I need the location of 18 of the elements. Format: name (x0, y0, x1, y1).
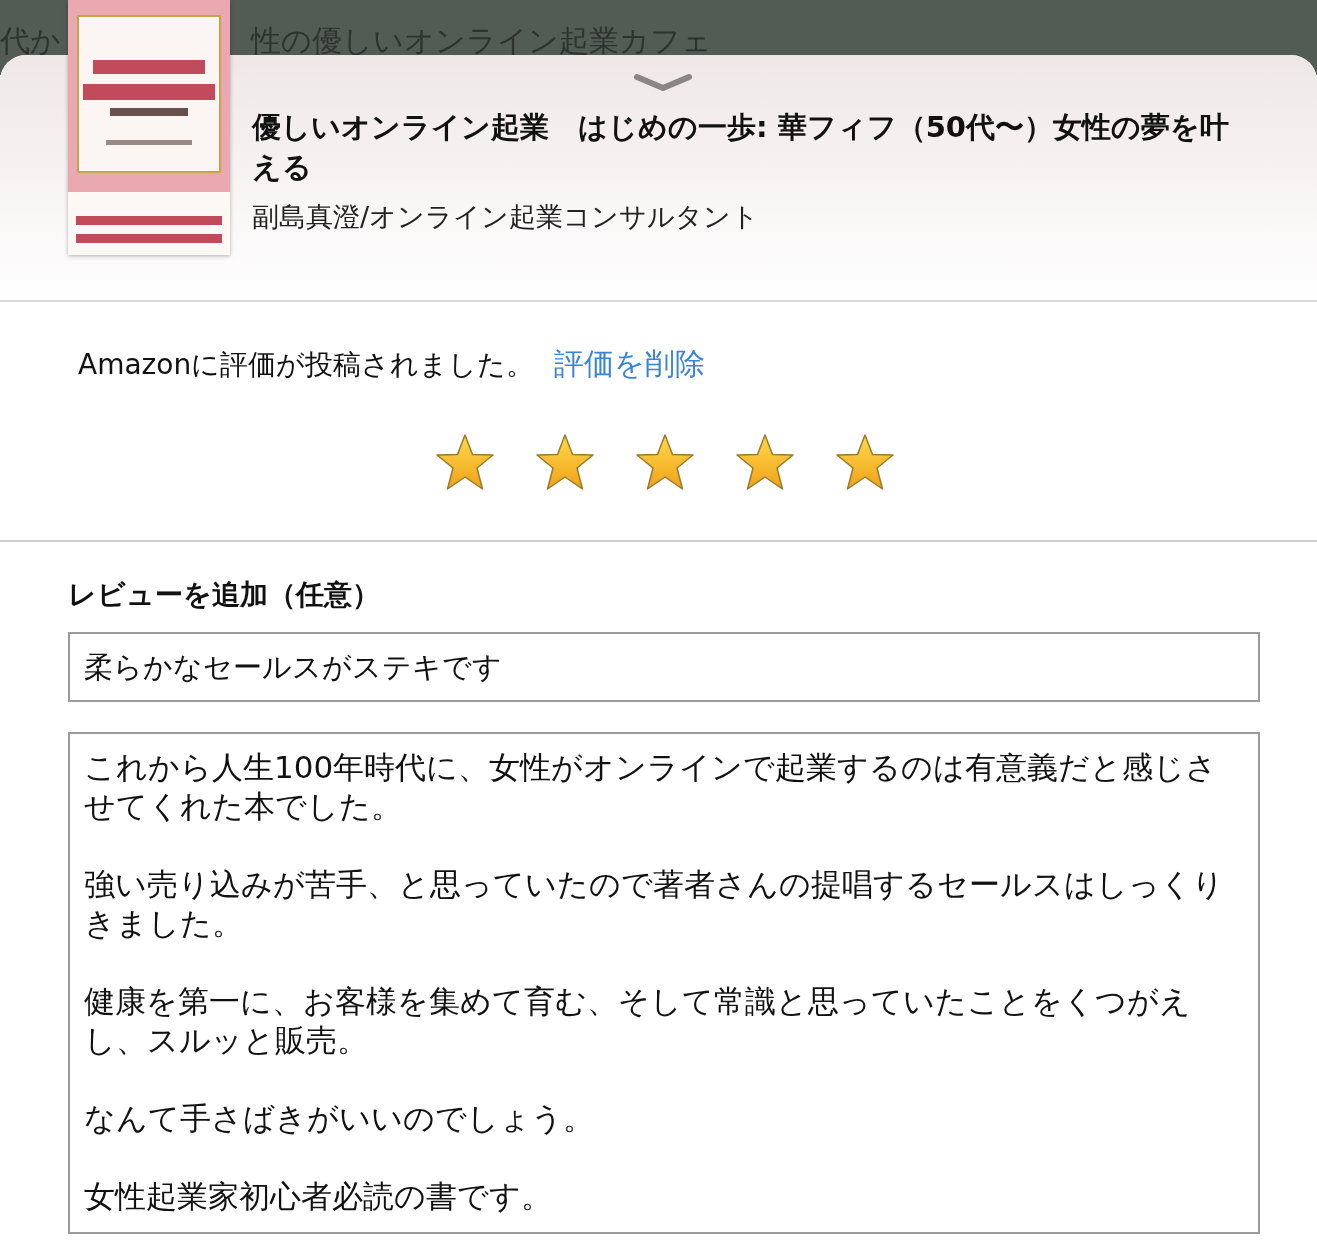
review-paragraph: 女性起業家初心者必読の書です。 (84, 1177, 553, 1216)
filled-star-icon[interactable] (835, 433, 895, 491)
filled-star-icon[interactable] (535, 433, 595, 491)
book-title: 優しいオンライン起業 はじめの一歩: 華フィフ（50代〜）女性の夢を叶える (252, 109, 1231, 186)
chevron-down-icon[interactable] (633, 73, 693, 93)
book-author: 副島真澄/オンライン起業コンサルタント (252, 200, 761, 234)
rating-message: Amazonに評価が投稿されました。 (78, 347, 535, 383)
filled-star-icon[interactable] (635, 433, 695, 491)
review-paragraph: 健康を第一に、お客様を集めて育む、そして常識と思っていたことをくつがえし、スルッと販売。 (84, 982, 1192, 1060)
review-paragraph: なんて手さばきがいいのでしょう。 (84, 1099, 595, 1138)
review-paragraph: これから人生100年時代に、女性がオンラインで起業するのは有意義だと感じさせてくれた本でした。 (84, 748, 1219, 826)
review-paragraph: 強い売り込みが苦手、と思っていたので著者さんの提唱するセールスはしっくりきました。 (84, 865, 1225, 943)
filled-star-icon[interactable] (435, 433, 495, 491)
delete-rating-link[interactable]: 評価を削除 (554, 344, 706, 385)
review-text-field[interactable]: これから人生100年時代に、女性がオンラインで起業するのは有意義だと感じさせてくれた本でした。 強い売り込みが苦手、と思っていたので著者さんの提唱するセールスはしっくりきました。 健康を第一に、お客様を集めて育む、そして常識と思っていたことをくつがえし、スルッと販売。 なんて手さばきがいいのでしょう。 女性起業家初心者必読の書です。 (68, 732, 1260, 1234)
filled-star-icon[interactable] (735, 433, 795, 491)
review-headline-field[interactable]: 柔らかなセールスがステキです (68, 632, 1260, 702)
review-heading: レビューを追加（任意） (68, 577, 381, 613)
